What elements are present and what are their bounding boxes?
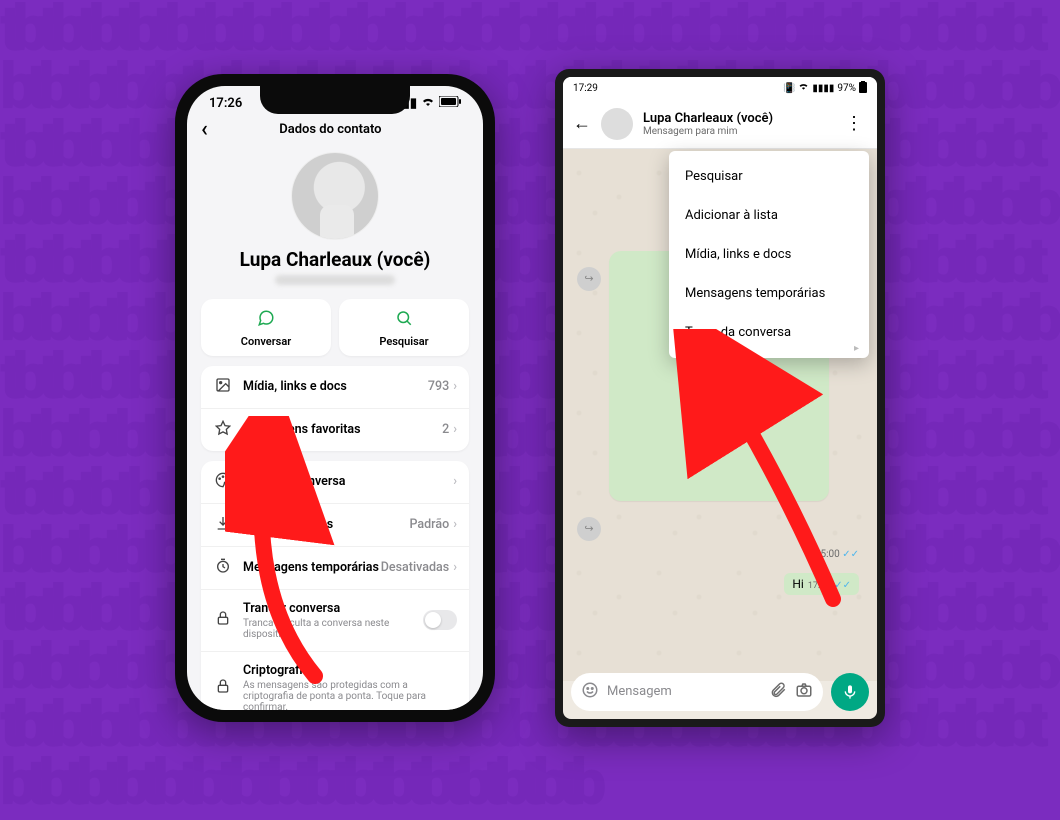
read-ticks-icon: ✓✓ xyxy=(842,549,859,560)
message-text: Hi xyxy=(792,577,803,591)
iphone-notch xyxy=(260,86,410,114)
attach-icon[interactable] xyxy=(769,681,787,703)
row-label: Tema da conversa xyxy=(243,474,453,489)
menu-more-indicator: ▸ xyxy=(854,343,859,354)
battery-icon xyxy=(859,81,867,96)
row-sublabel: Tranca e oculta a conversa neste disposi… xyxy=(243,618,423,640)
row-value: Padrão xyxy=(409,517,449,532)
row-label: Salvar em Fotos xyxy=(243,517,409,532)
chevron-right-icon: › xyxy=(453,474,457,489)
row-label: Criptografia As mensagens são protegidas… xyxy=(243,663,457,710)
android-chat-header: ← Lupa Charleaux (você) Mensagem para mi… xyxy=(563,100,877,149)
emoji-icon[interactable] xyxy=(581,681,599,703)
page-title: Dados do contato xyxy=(192,122,469,137)
timer-icon xyxy=(213,558,233,578)
download-icon xyxy=(213,515,233,535)
list-group-media: Mídia, links e docs 793 › Mensagens favo… xyxy=(201,366,469,451)
android-screen: 17:29 📳 ▮▮▮▮ 97% ← Lupa Charle xyxy=(563,77,877,719)
menu-item-disappearing-messages[interactable]: Mensagens temporárias xyxy=(669,274,869,313)
row-sublabel: As mensagens são protegidas com a cripto… xyxy=(243,680,457,710)
row-value: 2 xyxy=(442,422,449,437)
camera-icon[interactable] xyxy=(795,681,813,703)
row-media-links-docs[interactable]: Mídia, links e docs 793 › xyxy=(201,366,469,408)
chat-icon xyxy=(257,309,275,331)
chevron-right-icon: › xyxy=(453,517,457,532)
overflow-menu: Pesquisar Adicionar à lista Mídia, links… xyxy=(669,151,869,358)
ios-status-time: 17:26 xyxy=(209,96,242,111)
android-status-bar: 17:29 📳 ▮▮▮▮ 97% xyxy=(563,77,877,100)
signal-icon: ▮▮▮▮ xyxy=(812,83,834,94)
menu-item-add-to-list[interactable]: Adicionar à lista xyxy=(669,196,869,235)
row-value: 793 xyxy=(428,379,449,394)
iphone-device-frame: 17:26 ▮▮▮▮ ‹ Dados do contato Lupa Char xyxy=(175,74,495,722)
shield-lock-icon xyxy=(213,678,233,698)
search-action-button[interactable]: Pesquisar xyxy=(339,299,469,356)
menu-item-chat-theme[interactable]: Tema da conversa xyxy=(669,313,869,352)
chat-body[interactable]: ↪ ↪ 15:00 ✓✓ Hi 17:26 ✓✓ Pesquisar Adici… xyxy=(563,149,877,681)
chevron-right-icon: › xyxy=(453,379,457,394)
message-input-bar: Mensagem xyxy=(571,673,869,711)
message-timestamp: 15:00 ✓✓ xyxy=(815,549,859,560)
menu-item-media-links-docs[interactable]: Mídia, links e docs xyxy=(669,235,869,274)
row-lock-chat[interactable]: Trancar conversa Tranca e oculta a conve… xyxy=(201,589,469,651)
read-ticks-icon: ✓✓ xyxy=(834,580,851,591)
battery-icon xyxy=(439,96,461,111)
row-chat-theme[interactable]: Tema da conversa › xyxy=(201,461,469,503)
forward-icon[interactable]: ↪ xyxy=(577,267,601,291)
chevron-right-icon: › xyxy=(453,560,457,575)
contact-avatar-section: Lupa Charleaux (você) xyxy=(187,146,483,289)
message-timestamp: 17:26 xyxy=(808,581,830,591)
mic-button[interactable] xyxy=(831,673,869,711)
header-avatar[interactable] xyxy=(601,108,633,140)
row-label: Mídia, links e docs xyxy=(243,379,428,394)
ios-header: ‹ Dados do contato xyxy=(187,111,483,146)
contact-name: Lupa Charleaux (você) xyxy=(240,248,431,271)
row-value: Desativadas xyxy=(381,560,449,575)
palette-icon xyxy=(213,472,233,492)
star-icon xyxy=(213,420,233,440)
lock-icon xyxy=(213,610,233,630)
back-button[interactable]: ← xyxy=(573,113,591,134)
contact-phone-blurred xyxy=(275,275,395,285)
lock-chat-toggle[interactable] xyxy=(423,610,457,630)
forward-icon[interactable]: ↪ xyxy=(577,517,601,541)
image-icon xyxy=(213,377,233,397)
chat-action-label: Conversar xyxy=(241,335,291,348)
more-options-button[interactable]: ⋮ xyxy=(841,113,867,134)
menu-item-search[interactable]: Pesquisar xyxy=(669,157,869,196)
message-bubble-hi[interactable]: Hi 17:26 ✓✓ xyxy=(784,573,859,595)
chat-action-button[interactable]: Conversar xyxy=(201,299,331,356)
row-label: Mensagens temporárias xyxy=(243,560,381,575)
header-titles[interactable]: Lupa Charleaux (você) Mensagem para mim xyxy=(643,111,831,137)
row-starred-messages[interactable]: Mensagens favoritas 2 › xyxy=(201,408,469,451)
search-icon xyxy=(395,309,413,331)
list-group-settings: Tema da conversa › Salvar em Fotos Padrã… xyxy=(201,461,469,710)
message-input-placeholder: Mensagem xyxy=(607,684,761,699)
header-contact-name: Lupa Charleaux (você) xyxy=(643,111,831,126)
header-subtitle: Mensagem para mim xyxy=(643,126,831,137)
row-label: Mensagens favoritas xyxy=(243,422,442,437)
iphone-screen: 17:26 ▮▮▮▮ ‹ Dados do contato Lupa Char xyxy=(187,86,483,710)
wifi-icon xyxy=(798,82,809,94)
row-disappearing-messages[interactable]: Mensagens temporárias Desativadas › xyxy=(201,546,469,589)
row-encryption[interactable]: Criptografia As mensagens são protegidas… xyxy=(201,651,469,710)
row-label: Trancar conversa Tranca e oculta a conve… xyxy=(243,601,423,640)
vibrate-icon: 📳 xyxy=(783,83,795,94)
wifi-icon xyxy=(421,96,435,111)
row-save-photos[interactable]: Salvar em Fotos Padrão › xyxy=(201,503,469,546)
chevron-right-icon: › xyxy=(453,422,457,437)
search-action-label: Pesquisar xyxy=(379,335,428,348)
android-device-frame: 17:29 📳 ▮▮▮▮ 97% ← Lupa Charle xyxy=(555,69,885,727)
battery-text: 97% xyxy=(837,83,856,94)
message-input-field[interactable]: Mensagem xyxy=(571,673,823,711)
contact-avatar[interactable] xyxy=(291,152,379,240)
android-status-time: 17:29 xyxy=(573,83,598,94)
